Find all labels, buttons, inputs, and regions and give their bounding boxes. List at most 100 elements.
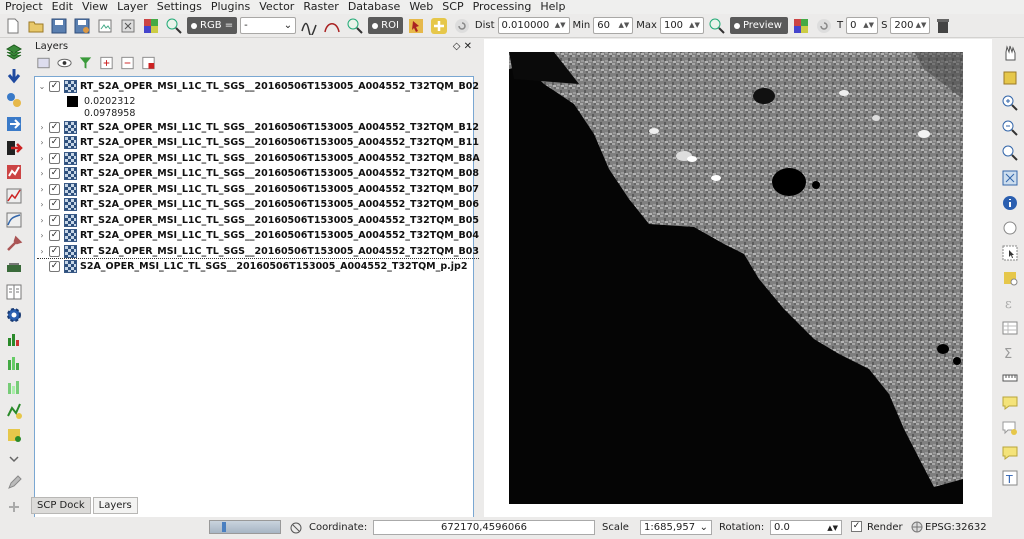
pencil-icon[interactable] — [3, 472, 25, 493]
layer-row[interactable]: › ✓ RT_S2A_OPER_MSI_L1C_TL_SGS__20160506T1… — [37, 151, 480, 166]
identify-icon[interactable] — [999, 192, 1021, 213]
dist-field[interactable]: 0.010000 ▲▼ — [497, 17, 570, 34]
render-checkbox[interactable]: ✓ — [851, 521, 862, 532]
layer-row[interactable]: › ✓ RT_S2A_OPER_MSI_L1C_TL_SGS__20160506T1… — [37, 182, 479, 197]
layer-checkbox[interactable]: ✓ — [49, 137, 60, 148]
max-field[interactable]: 100 ▲▼ — [659, 17, 704, 34]
zoom-out-icon[interactable] — [999, 117, 1021, 138]
layer-checkbox[interactable]: ✓ — [49, 153, 60, 164]
t-field[interactable]: 0 ▲▼ — [846, 17, 879, 34]
add-vector-icon[interactable] — [3, 401, 25, 422]
menu-raster[interactable]: Raster — [298, 0, 342, 14]
remove-icon[interactable] — [3, 496, 25, 517]
capture-icon[interactable] — [289, 521, 303, 538]
open-project-icon[interactable] — [26, 16, 46, 36]
redo-preview-icon[interactable] — [814, 16, 834, 36]
layer-row[interactable]: › ✓ RT_S2A_OPER_MSI_L1C_TL_SGS__20160506T1… — [37, 135, 479, 150]
map-canvas[interactable] — [484, 39, 992, 517]
histogram-icon[interactable] — [3, 353, 25, 374]
add-group-icon[interactable] — [35, 55, 52, 72]
add-roi-icon[interactable] — [429, 16, 449, 36]
menu-database[interactable]: Database — [343, 0, 405, 14]
settings-gear-icon[interactable] — [3, 305, 25, 326]
layer-row[interactable]: › ✓ RT_S2A_OPER_MSI_L1C_TL_SGS__20160506T1… — [37, 213, 479, 228]
scale-combo[interactable]: 1:685,957 ⌄ — [640, 520, 712, 535]
menu-vector[interactable]: Vector — [254, 0, 298, 14]
menu-web[interactable]: Web — [404, 0, 437, 14]
expand-arrow-icon[interactable]: › — [37, 169, 47, 178]
layer-checkbox[interactable]: ✓ — [49, 261, 60, 272]
band-set-icon[interactable] — [141, 16, 161, 36]
download-arrow-icon[interactable] — [3, 66, 25, 87]
rgb-selector[interactable]: RGB = — [187, 17, 238, 34]
pan-to-selection-icon[interactable] — [999, 67, 1021, 88]
layer-stack-icon[interactable] — [3, 42, 25, 63]
layer-checkbox[interactable]: ✓ — [49, 215, 60, 226]
add-raster-icon[interactable] — [3, 425, 25, 446]
attribute-table-icon[interactable] — [999, 317, 1021, 338]
signature-plot-icon[interactable] — [3, 209, 25, 230]
menu-settings[interactable]: Settings — [152, 0, 206, 14]
new-project-icon[interactable] — [3, 16, 23, 36]
book-icon[interactable] — [3, 281, 25, 302]
menu-project[interactable]: Project — [0, 0, 47, 14]
tools-icon[interactable] — [3, 233, 25, 254]
expand-arrow-icon[interactable]: › — [37, 154, 47, 163]
menu-view[interactable]: View — [77, 0, 112, 14]
spectral-signature-icon[interactable] — [299, 16, 319, 36]
expand-arrow-icon[interactable]: › — [37, 231, 47, 240]
roi-selector[interactable]: ROI — [368, 17, 403, 34]
land-cover-change-icon[interactable] — [3, 185, 25, 206]
export-arrow-icon[interactable] — [3, 138, 25, 159]
deselect-icon[interactable] — [999, 267, 1021, 288]
expand-arrow-icon[interactable]: › — [37, 200, 47, 209]
text-annotation-icon[interactable]: T — [999, 467, 1021, 488]
zoom-native-icon[interactable] — [999, 142, 1021, 163]
redo-roi-icon[interactable] — [452, 16, 472, 36]
remove-layer-icon[interactable] — [140, 55, 157, 72]
expand-arrow-icon[interactable]: › — [37, 123, 47, 132]
layer-checkbox[interactable]: ✓ — [49, 230, 60, 241]
expand-arrow-icon[interactable]: › — [37, 247, 47, 256]
classification-preview-icon[interactable] — [791, 16, 811, 36]
remove-temp-files-icon[interactable] — [933, 16, 953, 36]
map-tips-icon[interactable] — [999, 417, 1021, 438]
rgb-combo[interactable]: - ⌄ — [240, 17, 297, 34]
bookmark-icon[interactable] — [999, 442, 1021, 463]
stats-icon[interactable] — [3, 377, 25, 398]
filter-icon[interactable] — [77, 55, 94, 72]
layer-row[interactable]: › ✓ RT_S2A_OPER_MSI_L1C_TL_SGS__20160506T1… — [37, 166, 479, 181]
roi-pointer-icon[interactable] — [406, 16, 426, 36]
crs-label[interactable]: EPSG:32632 — [925, 522, 987, 533]
accuracy-icon[interactable] — [3, 162, 25, 183]
layer-checkbox[interactable]: ✓ — [49, 122, 60, 133]
select-features-icon[interactable] — [999, 242, 1021, 263]
pan-hand-icon[interactable] — [999, 42, 1021, 63]
layer-row[interactable]: › ✓ RT_S2A_OPER_MSI_L1C_TL_SGS__20160506T1… — [37, 197, 479, 212]
save-project-icon[interactable] — [49, 16, 69, 36]
manage-visibility-icon[interactable] — [56, 55, 73, 72]
zoom-roi-icon[interactable] — [345, 16, 365, 36]
statistics-sum-icon[interactable]: Σ — [999, 342, 1021, 363]
expression-icon[interactable]: ε — [999, 292, 1021, 313]
zoom-to-band-icon[interactable] — [164, 16, 184, 36]
preview-selector[interactable]: Preview — [729, 17, 788, 34]
layer-checkbox[interactable]: ✓ — [49, 245, 60, 257]
zoom-full-icon[interactable] — [999, 167, 1021, 188]
annotation-icon[interactable] — [999, 392, 1021, 413]
save-as-icon[interactable] — [72, 16, 92, 36]
ruler-icon[interactable] — [999, 367, 1021, 388]
float-icon[interactable]: ◇ — [453, 41, 461, 52]
expand-arrow-icon[interactable]: › — [37, 185, 47, 194]
more-chevron-icon[interactable] — [3, 448, 25, 469]
min-field[interactable]: 60 ▲▼ — [593, 17, 634, 34]
layer-row[interactable]: ✓ S2A_OPER_MSI_L1C_TL_SGS__20160506T15300… — [47, 259, 467, 274]
layer-checkbox[interactable]: ✓ — [49, 199, 60, 210]
menu-scp[interactable]: SCP — [437, 0, 467, 14]
layer-checkbox[interactable]: ✓ — [49, 184, 60, 195]
layers-tree[interactable]: ⌄ ✓ RT_S2A_OPER_MSI_L1C_TL_SGS__20160506… — [34, 76, 480, 531]
menu-layer[interactable]: Layer — [112, 0, 152, 14]
layer-row[interactable]: ⌄ ✓ RT_S2A_OPER_MSI_L1C_TL_SGS__20160506… — [37, 79, 479, 94]
menu-edit[interactable]: Edit — [47, 0, 77, 14]
tab-scp-dock[interactable]: SCP Dock — [31, 497, 91, 514]
